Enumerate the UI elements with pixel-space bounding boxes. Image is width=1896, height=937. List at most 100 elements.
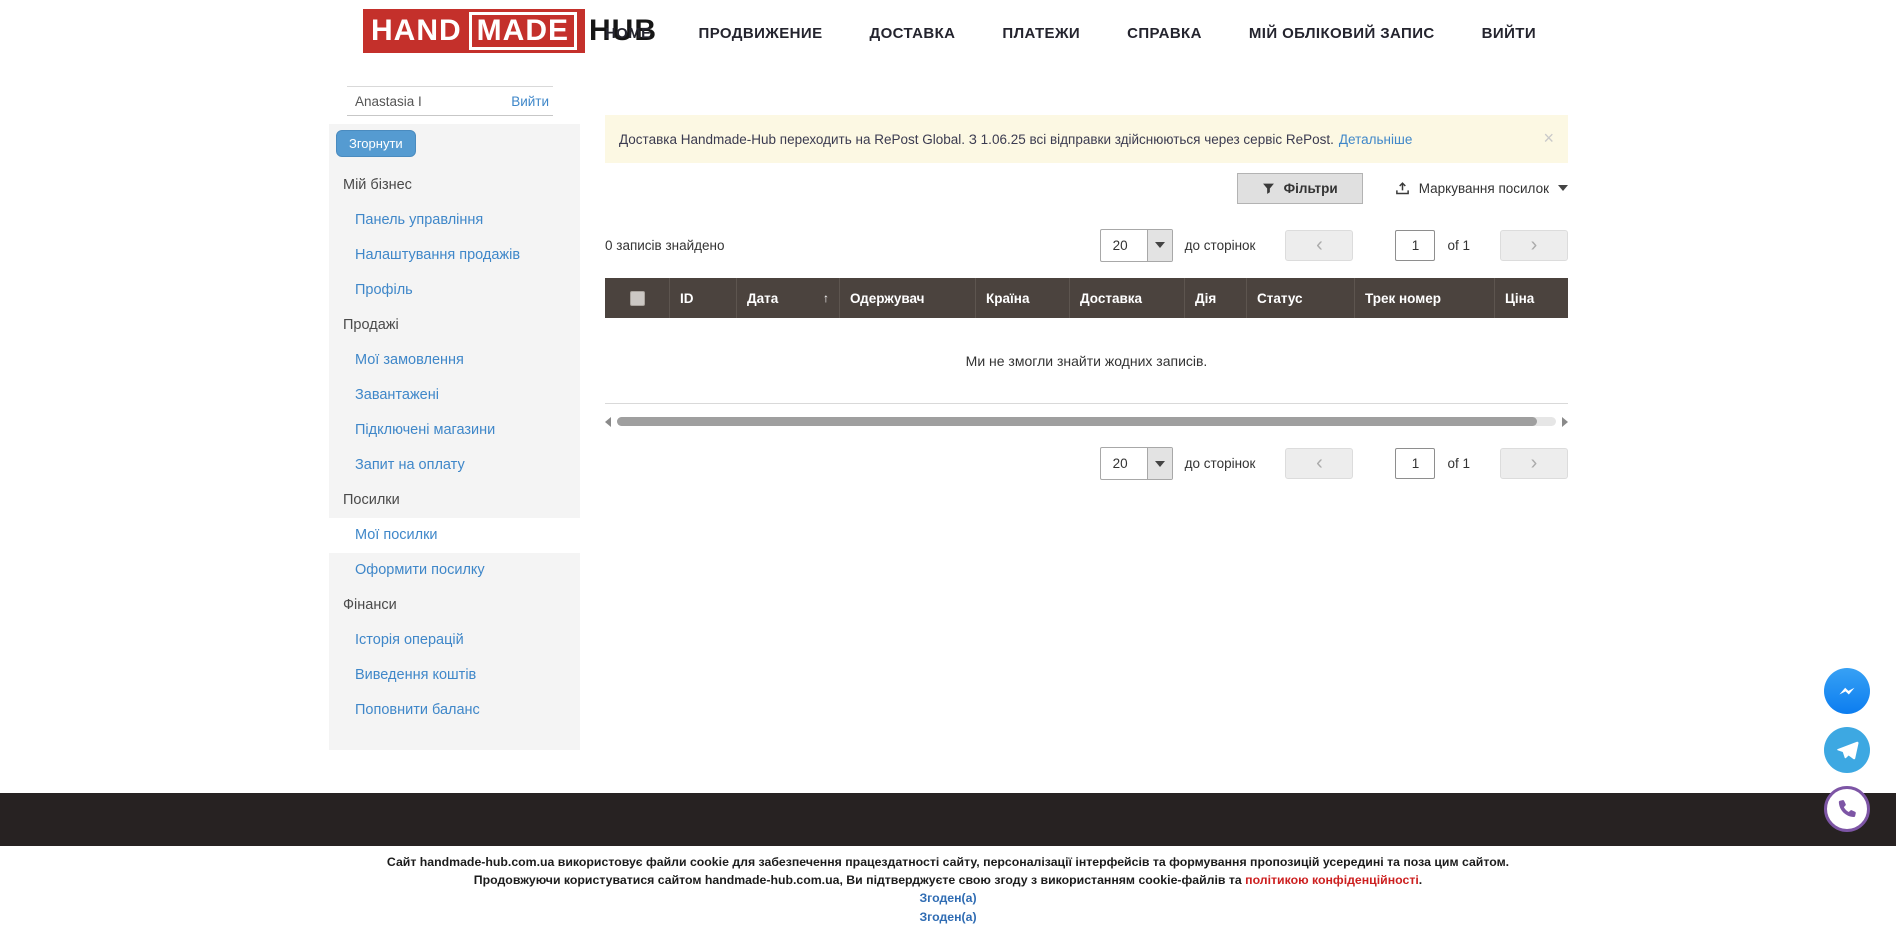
next-page-button[interactable]: › [1500,230,1568,261]
user-box: Anastasia I Вийти [347,86,553,116]
scroll-left-icon[interactable] [605,417,611,427]
close-icon[interactable]: × [1543,129,1554,147]
sidebar-item-payment-request[interactable]: Запит на оплату [329,448,580,483]
notice-details-link[interactable]: Детальніше [1339,132,1412,147]
sidebar-item-create-parcel[interactable]: Оформити посилку [329,553,580,588]
col-country[interactable]: Країна [976,278,1070,318]
col-id[interactable]: ID [670,278,737,318]
logo-red-block: HAND MADE [363,9,585,53]
scrollbar-thumb[interactable] [617,417,1537,426]
per-page-label: до сторінок [1185,238,1256,253]
scrollbar-track[interactable] [617,417,1556,426]
agree-link-1[interactable]: Згоден(а) [0,889,1896,908]
sidebar-menu: Мій бізнес Панель управління Налаштуванн… [329,168,580,728]
col-status[interactable]: Статус [1247,278,1355,318]
filter-funnel-icon [1262,182,1275,195]
chevron-down-icon [1155,461,1165,467]
upload-icon [1395,181,1410,196]
privacy-policy-link[interactable]: політикою конфіденційності [1245,873,1419,887]
page-number-input[interactable] [1395,448,1435,479]
cookie-footer: Сайт handmade-hub.com.ua використовує фа… [0,853,1896,927]
of-pages-label: of 1 [1447,238,1470,253]
logout-link[interactable]: Вийти [511,94,549,109]
next-page-button[interactable]: › [1500,448,1568,479]
logo-made: MADE [469,12,577,50]
notice-banner: Доставка Handmade-Hub переходить на RePo… [605,115,1568,163]
horizontal-scrollbar [605,415,1568,428]
sidebar-section-parcels: Посилки [329,483,580,518]
footer-dark-bar [0,793,1896,846]
messenger-icon[interactable] [1824,668,1870,714]
of-pages-label: of 1 [1447,456,1470,471]
per-page-label: до сторінок [1185,456,1256,471]
table-header: ID Дата ↑ Одержувач Країна Доставка Дія … [605,278,1568,318]
chevron-down-icon [1558,185,1568,191]
col-date-label: Дата [747,291,778,306]
select-caret-cell [1147,448,1172,479]
col-price[interactable]: Ціна [1495,278,1568,318]
select-all-checkbox[interactable] [630,291,645,306]
sidebar-item-profile[interactable]: Профіль [329,273,580,308]
pager-top: 20 до сторінок ‹ of 1 › [1100,229,1568,262]
nav-delivery[interactable]: ДОСТАВКА [870,25,956,42]
page-size-value: 20 [1101,230,1147,261]
chevron-down-icon [1155,242,1165,248]
cookie-period: . [1419,873,1422,887]
top-nav: HOME ПРОДВИЖЕНИЕ ДОСТАВКА ПЛАТЕЖИ СПРАВК… [605,0,1536,66]
filters-button[interactable]: Фільтри [1237,173,1363,204]
scroll-right-icon[interactable] [1562,417,1568,427]
sidebar-item-withdraw-funds[interactable]: Виведення коштів [329,658,580,693]
sidebar-item-uploaded[interactable]: Завантажені [329,378,580,413]
filters-label: Фільтри [1284,181,1338,196]
sidebar-section-finance: Фінанси [329,588,580,623]
sidebar-item-connected-shops[interactable]: Підключені магазини [329,413,580,448]
nav-home[interactable]: HOME [605,25,652,42]
top-header: HAND MADE HUB HOME ПРОДВИЖЕНИЕ ДОСТАВКА … [0,0,1896,66]
col-action[interactable]: Дія [1185,278,1247,318]
prev-page-button[interactable]: ‹ [1285,230,1353,261]
social-buttons [1824,668,1870,832]
cookie-line-1: Сайт handmade-hub.com.ua використовує фа… [0,853,1896,871]
collapse-button[interactable]: Згорнути [336,130,416,157]
col-recipient[interactable]: Одержувач [840,278,976,318]
bottom-pager-row: 20 до сторінок ‹ of 1 › [605,447,1568,480]
sidebar-item-top-up-balance[interactable]: Поповнити баланс [329,693,580,728]
page-size-select[interactable]: 20 [1100,447,1173,480]
parcel-marking-dropdown[interactable]: Маркування посилок [1395,181,1568,196]
page-number-input[interactable] [1395,230,1435,261]
records-count: 0 записів знайдено [605,238,725,253]
nav-payments[interactable]: ПЛАТЕЖИ [1002,25,1080,42]
prev-page-button[interactable]: ‹ [1285,448,1353,479]
col-delivery[interactable]: Доставка [1070,278,1185,318]
col-track-number[interactable]: Трек номер [1355,278,1495,318]
sidebar-section-sales: Продажі [329,308,580,343]
sidebar-item-sales-settings[interactable]: Налаштування продажів [329,238,580,273]
empty-state-message: Ми не змогли знайти жодних записів. [605,318,1568,404]
sidebar-item-my-parcels[interactable]: Мої посилки [329,518,580,553]
sidebar-section-my-business: Мій бізнес [329,168,580,203]
sidebar-item-my-orders[interactable]: Мої замовлення [329,343,580,378]
cookie-line-2-text: Продовжуючи користуватися сайтом handmad… [474,873,1245,887]
nav-my-account[interactable]: МІЙ ОБЛІКОВИЙ ЗАПИС [1249,25,1435,42]
sidebar-item-transaction-history[interactable]: Історія операцій [329,623,580,658]
viber-icon[interactable] [1824,786,1870,832]
nav-help[interactable]: СПРАВКА [1127,25,1202,42]
logo-hand: HAND [371,14,462,48]
page-size-value: 20 [1101,448,1147,479]
telegram-icon[interactable] [1824,727,1870,773]
sidebar: Згорнути Мій бізнес Панель управління На… [329,124,580,750]
results-row: 0 записів знайдено 20 до сторінок ‹ of 1… [605,228,1568,262]
sort-asc-icon: ↑ [823,291,829,305]
nav-promotion[interactable]: ПРОДВИЖЕНИЕ [699,25,823,42]
toolbar: Фільтри Маркування посилок [605,170,1568,206]
select-caret-cell [1147,230,1172,261]
sidebar-item-dashboard[interactable]: Панель управління [329,203,580,238]
page-size-select[interactable]: 20 [1100,229,1173,262]
col-date[interactable]: Дата ↑ [737,278,840,318]
nav-logout[interactable]: ВИЙТИ [1482,25,1536,42]
username: Anastasia I [355,94,422,109]
agree-link-2[interactable]: Згоден(а) [0,908,1896,927]
notice-text: Доставка Handmade-Hub переходить на RePo… [619,132,1334,147]
parcels-table: ID Дата ↑ Одержувач Країна Доставка Дія … [605,278,1568,404]
cookie-line-2: Продовжуючи користуватися сайтом handmad… [0,871,1896,889]
